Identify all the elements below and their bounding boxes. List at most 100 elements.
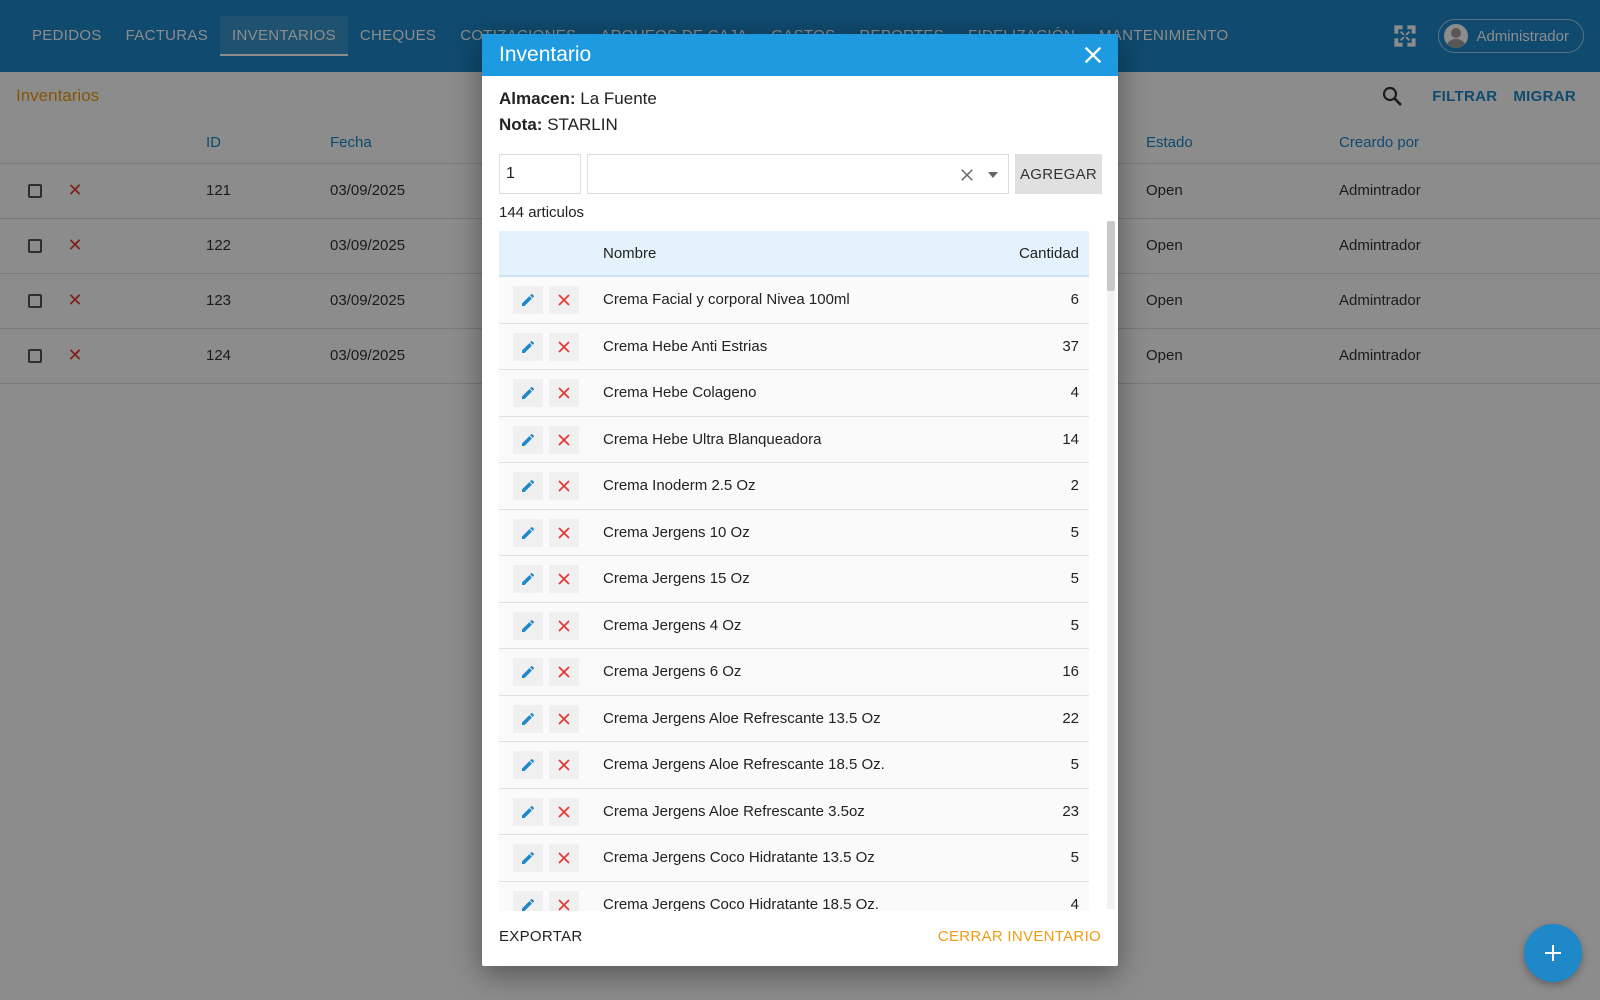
item-name: Crema Hebe Colageno [603, 384, 757, 401]
close-inventory-button[interactable]: CERRAR INVENTARIO [938, 928, 1101, 945]
delete-button[interactable] [549, 286, 579, 314]
edit-button[interactable] [513, 751, 543, 779]
list-scrollbar[interactable] [1107, 221, 1115, 909]
list-item[interactable]: Crema Jergens 6 Oz 16 [499, 649, 1089, 696]
item-quantity: 23 [1062, 802, 1079, 820]
close-icon [558, 573, 570, 585]
pencil-icon [522, 665, 535, 678]
close-icon[interactable] [1082, 44, 1104, 66]
item-quantity: 5 [1070, 616, 1079, 634]
item-name: Crema Jergens 10 Oz [603, 523, 750, 541]
delete-button[interactable] [549, 704, 579, 733]
inventory-info: Almacen: La Fuente Nota: STARLIN [482, 76, 1118, 138]
product-select[interactable] [587, 154, 1009, 194]
pencil-icon [522, 293, 535, 306]
edit-button[interactable] [513, 704, 543, 733]
almacen-value: La Fuente [580, 89, 657, 108]
dialog-header: Inventario [482, 34, 1118, 76]
edit-button[interactable] [513, 472, 543, 500]
edit-button[interactable] [513, 332, 543, 361]
list-item[interactable]: Crema Facial y corporal Nivea 100ml 6 [499, 277, 1089, 324]
delete-button[interactable] [549, 890, 579, 911]
item-name: Crema Jergens 6 Oz [603, 663, 742, 680]
list-item[interactable]: Crema Jergens Aloe Refrescante 3.5oz 23 [499, 788, 1089, 835]
clear-icon[interactable] [958, 166, 976, 184]
list-item[interactable]: Crema Jergens 4 Oz 5 [499, 602, 1089, 649]
close-icon [558, 898, 570, 911]
edit-button[interactable] [513, 286, 543, 314]
edit-button[interactable] [513, 890, 543, 911]
item-quantity: 4 [1070, 895, 1079, 912]
item-name: Crema Jergens Coco Hidratante 13.5 Oz [603, 849, 875, 866]
delete-button[interactable] [549, 565, 579, 593]
scrollbar-thumb[interactable] [1107, 221, 1115, 291]
close-icon [558, 666, 570, 678]
close-icon [558, 852, 570, 864]
edit-button[interactable] [513, 518, 543, 547]
edit-button[interactable] [513, 797, 543, 826]
delete-button[interactable] [549, 518, 579, 547]
item-quantity: 22 [1062, 709, 1079, 727]
item-quantity: 2 [1070, 477, 1079, 494]
item-name: Crema Jergens 4 Oz [603, 616, 742, 634]
delete-button[interactable] [549, 332, 579, 361]
edit-button[interactable] [513, 611, 543, 640]
item-quantity: 14 [1062, 430, 1079, 448]
quantity-input[interactable] [499, 154, 581, 194]
item-quantity: 5 [1070, 570, 1079, 587]
item-name: Crema Jergens 15 Oz [603, 570, 750, 587]
item-name: Crema Hebe Ultra Blanqueadora [603, 430, 822, 448]
item-name: Crema Jergens Aloe Refrescante 18.5 Oz. [603, 756, 885, 773]
add-button[interactable]: AGREGAR [1015, 154, 1102, 194]
pencil-icon [522, 898, 535, 911]
pencil-icon [522, 340, 535, 353]
column-header-cantidad[interactable]: Cantidad [1019, 245, 1079, 262]
delete-button[interactable] [549, 797, 579, 826]
list-item[interactable]: Crema Hebe Ultra Blanqueadora 14 [499, 416, 1089, 463]
delete-button[interactable] [549, 425, 579, 454]
pencil-icon [522, 479, 535, 492]
pencil-icon [522, 805, 535, 818]
export-button[interactable]: EXPORTAR [499, 928, 583, 945]
delete-button[interactable] [549, 751, 579, 779]
item-name: Crema Jergens Aloe Refrescante 13.5 Oz [603, 709, 881, 727]
list-item[interactable]: Crema Jergens 10 Oz 5 [499, 509, 1089, 556]
delete-button[interactable] [549, 611, 579, 640]
list-item[interactable]: Crema Hebe Colageno 4 [499, 370, 1089, 417]
edit-button[interactable] [513, 565, 543, 593]
item-name: Crema Facial y corporal Nivea 100ml [603, 291, 850, 308]
almacen-line: Almacen: La Fuente [499, 86, 1101, 112]
list-item[interactable]: Crema Hebe Anti Estrias 37 [499, 323, 1089, 370]
nota-label: Nota: [499, 115, 543, 134]
list-item[interactable]: Crema Inoderm 2.5 Oz 2 [499, 463, 1089, 510]
list-body: Crema Facial y corporal Nivea 100ml 6 Crem… [499, 277, 1089, 911]
pencil-icon [522, 758, 535, 771]
list-item[interactable]: Crema Jergens Aloe Refrescante 13.5 Oz 22 [499, 695, 1089, 742]
delete-button[interactable] [549, 472, 579, 500]
list-item[interactable]: Crema Jergens Coco Hidratante 18.5 Oz. 4 [499, 881, 1089, 912]
close-icon [558, 294, 570, 306]
column-header-nombre[interactable]: Nombre [603, 245, 656, 262]
plus-icon [1545, 945, 1561, 961]
edit-button[interactable] [513, 379, 543, 407]
list-item[interactable]: Crema Jergens Coco Hidratante 13.5 Oz 5 [499, 835, 1089, 882]
edit-button[interactable] [513, 844, 543, 872]
nota-line: Nota: STARLIN [499, 112, 1101, 138]
delete-button[interactable] [549, 844, 579, 872]
delete-button[interactable] [549, 658, 579, 686]
chevron-down-icon[interactable] [988, 172, 998, 178]
item-name: Crema Inoderm 2.5 Oz [603, 477, 756, 494]
dialog-title: Inventario [499, 43, 592, 66]
close-icon [558, 619, 570, 632]
close-icon [558, 712, 570, 725]
edit-button[interactable] [513, 658, 543, 686]
pencil-icon [522, 386, 535, 399]
item-quantity: 6 [1070, 291, 1079, 308]
close-icon [558, 526, 570, 539]
edit-button[interactable] [513, 425, 543, 454]
add-fab-button[interactable] [1524, 924, 1582, 982]
list-item[interactable]: Crema Jergens Aloe Refrescante 18.5 Oz. 5 [499, 742, 1089, 789]
list-header: Nombre Cantidad [499, 231, 1089, 277]
delete-button[interactable] [549, 379, 579, 407]
list-item[interactable]: Crema Jergens 15 Oz 5 [499, 556, 1089, 603]
